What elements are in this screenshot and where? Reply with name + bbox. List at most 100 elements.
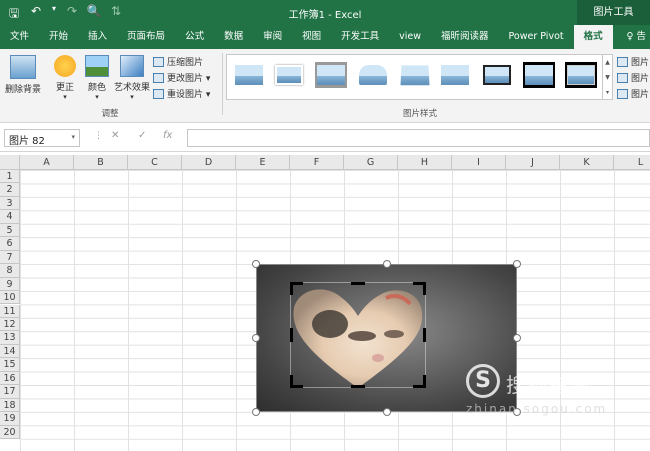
picture-layout-button[interactable]: 图片 <box>617 87 649 100</box>
row-header[interactable]: 4 <box>0 210 20 224</box>
gallery-more-icon[interactable]: ▾ <box>603 85 612 100</box>
gallery-up-icon[interactable]: ▲ <box>603 55 612 70</box>
row-header[interactable]: 8 <box>0 264 20 278</box>
chevron-down-icon[interactable]: ▾ <box>71 133 75 141</box>
tab-formulas[interactable]: 公式 <box>175 25 214 49</box>
watermark: S 搜狗指南 zhinan.sogou.com <box>466 362 636 422</box>
column-header[interactable]: F <box>290 155 344 170</box>
artistic-effects-button[interactable]: 艺术效果 ▾ <box>113 55 151 101</box>
remove-background-button[interactable]: 删除背景 <box>4 55 42 95</box>
enter-icon[interactable]: ✓ <box>138 130 146 141</box>
insert-function-icon[interactable]: fx <box>163 130 172 141</box>
column-header[interactable]: E <box>236 155 290 170</box>
row-header[interactable]: 13 <box>0 331 20 345</box>
row-header[interactable]: 12 <box>0 317 20 332</box>
tab-developer[interactable]: 开发工具 <box>331 25 389 49</box>
formula-input[interactable] <box>187 129 650 147</box>
row-header[interactable]: 9 <box>0 277 20 292</box>
crop-handle[interactable] <box>351 282 365 285</box>
crop-handle[interactable] <box>423 328 426 342</box>
picture-style-3[interactable] <box>315 62 347 88</box>
tab-data[interactable]: 数据 <box>214 25 253 49</box>
select-all-corner[interactable] <box>0 155 20 170</box>
crop-frame[interactable] <box>290 282 426 388</box>
picture-style-6[interactable] <box>439 62 471 88</box>
crop-handle[interactable] <box>423 375 426 388</box>
crop-handle[interactable] <box>290 282 293 295</box>
picture-effects-label: 图片 <box>631 74 650 84</box>
tab-foxit-reader[interactable]: 福昕阅读器 <box>431 25 499 49</box>
row-header[interactable]: 16 <box>0 371 20 386</box>
tab-view[interactable]: 视图 <box>292 25 331 49</box>
crop-handle[interactable] <box>423 282 426 295</box>
picture-style-2[interactable] <box>273 62 305 88</box>
picture-style-7[interactable] <box>481 62 513 88</box>
row-header[interactable]: 11 <box>0 304 20 318</box>
column-header[interactable]: G <box>344 155 398 170</box>
crop-handle[interactable] <box>290 328 293 342</box>
picture-style-1[interactable] <box>233 62 265 88</box>
column-header[interactable]: H <box>398 155 452 170</box>
compress-pictures-button[interactable]: 压缩图片 <box>153 55 203 68</box>
tab-insert[interactable]: 插入 <box>78 25 117 49</box>
row-header[interactable]: 3 <box>0 196 20 211</box>
tell-me-button[interactable]: ♀ 告 <box>623 25 650 49</box>
picture-effects-button[interactable]: 图片 <box>617 71 649 84</box>
tab-power-pivot[interactable]: Power Pivot <box>499 25 574 49</box>
tab-review[interactable]: 审阅 <box>253 25 292 49</box>
reset-picture-button[interactable]: 重设图片 ▾ <box>153 87 210 100</box>
cancel-icon[interactable]: ✕ <box>111 130 119 141</box>
resize-handle[interactable] <box>252 260 260 268</box>
name-box[interactable]: 图片 82 ▾ <box>4 129 80 147</box>
row-header[interactable]: 1 <box>0 170 20 184</box>
tab-format[interactable]: 格式 <box>573 25 613 49</box>
resize-handle[interactable] <box>513 260 521 268</box>
title-bar: 🖫 ↶ ▾ ↷ 🔍 ⇅ 工作簿1 - Excel 图片工具 <box>0 0 650 25</box>
tab-home[interactable]: 开始 <box>39 25 78 49</box>
tab-file[interactable]: 文件 <box>0 25 39 49</box>
color-button[interactable]: 颜色 ▾ <box>84 55 110 101</box>
row-header[interactable]: 2 <box>0 183 20 197</box>
resize-handle[interactable] <box>382 408 391 416</box>
column-header[interactable]: K <box>560 155 614 170</box>
row-header[interactable]: 7 <box>0 250 20 265</box>
picture-style-8[interactable] <box>523 62 555 88</box>
row-header[interactable]: 15 <box>0 358 20 372</box>
resize-handle[interactable] <box>252 408 260 416</box>
gallery-scroll[interactable]: ▲ ▼ ▾ <box>602 54 613 100</box>
gallery-down-icon[interactable]: ▼ <box>603 70 612 85</box>
column-header[interactable]: A <box>20 155 74 170</box>
crop-handle[interactable] <box>351 385 365 388</box>
row-header[interactable]: 14 <box>0 344 20 359</box>
compress-label: 压缩图片 <box>167 58 204 68</box>
sun-icon <box>54 55 76 77</box>
tab-view-en[interactable]: view <box>389 25 431 49</box>
picture-border-button[interactable]: 图片 <box>617 55 649 68</box>
style-thumb-image <box>483 65 511 85</box>
picture-style-9[interactable] <box>565 62 597 88</box>
row-header[interactable]: 20 <box>0 425 20 439</box>
picture-style-5[interactable] <box>399 62 431 88</box>
column-header[interactable]: L <box>614 155 650 170</box>
row-header[interactable]: 17 <box>0 385 20 399</box>
column-header[interactable]: I <box>452 155 506 170</box>
row-header[interactable]: 18 <box>0 398 20 413</box>
column-header[interactable]: C <box>128 155 182 170</box>
picture-style-4[interactable] <box>357 62 389 88</box>
resize-handle[interactable] <box>513 334 521 342</box>
remove-background-icon <box>10 55 36 79</box>
resize-handle[interactable] <box>382 260 391 268</box>
tab-page-layout[interactable]: 页面布局 <box>117 25 175 49</box>
row-header[interactable]: 6 <box>0 237 20 251</box>
row-header[interactable]: 10 <box>0 291 20 305</box>
change-picture-icon <box>153 72 164 83</box>
resize-handle[interactable] <box>252 334 260 342</box>
column-header[interactable]: B <box>74 155 128 170</box>
row-header[interactable]: 19 <box>0 412 20 426</box>
crop-handle[interactable] <box>290 375 293 388</box>
column-header[interactable]: J <box>506 155 560 170</box>
row-header[interactable]: 5 <box>0 223 20 238</box>
column-header[interactable]: D <box>182 155 236 170</box>
change-picture-button[interactable]: 更改图片 ▾ <box>153 71 210 84</box>
corrections-button[interactable]: 更正 ▾ <box>52 55 78 101</box>
